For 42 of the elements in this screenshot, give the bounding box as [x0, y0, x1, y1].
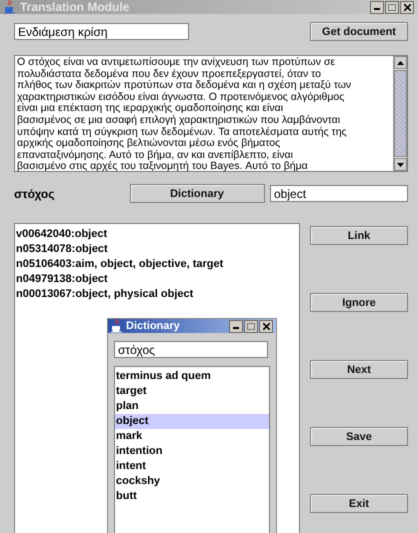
maximize-icon[interactable]	[385, 0, 399, 14]
dictionary-entry[interactable]: plan	[115, 399, 269, 414]
sense-item[interactable]: v00642040:object	[15, 227, 299, 242]
dictionary-entry[interactable]: terminus ad quem	[115, 369, 269, 384]
dialog-title: Dictionary	[126, 320, 181, 332]
action-button[interactable]: Exit	[310, 494, 408, 513]
sense-item[interactable]: n00013067:object, physical object	[15, 287, 299, 302]
scrollbar[interactable]	[393, 56, 407, 171]
dictionary-search-field[interactable]: στόχος	[114, 341, 268, 358]
up-arrow-icon	[397, 60, 404, 64]
action-button[interactable]: Link	[310, 226, 408, 245]
minimize-icon[interactable]	[229, 320, 243, 332]
dictionary-entry[interactable]: target	[115, 384, 269, 399]
dictionary-entry[interactable]: cockshy	[115, 474, 269, 489]
word-label: στόχος	[14, 186, 56, 200]
maximize-icon[interactable]	[244, 320, 258, 332]
dictionary-entry[interactable]: butt	[115, 489, 269, 504]
dictionary-entry[interactable]: intention	[115, 444, 269, 459]
minimize-icon[interactable]	[370, 0, 384, 14]
sense-item[interactable]: n05314078:object	[15, 242, 299, 257]
document-field[interactable]: Ενδιάμεση κρίση	[14, 23, 189, 40]
action-button[interactable]: Next	[310, 360, 408, 379]
scroll-up-button[interactable]	[394, 56, 407, 69]
dictionary-entry[interactable]: object	[115, 414, 269, 429]
dictionary-list[interactable]: terminus ad quem target plan object mark intention intent cockshy butt	[114, 366, 270, 533]
dictionary-entry[interactable]: intent	[115, 459, 269, 474]
close-icon[interactable]	[259, 320, 273, 332]
scroll-down-button[interactable]	[394, 158, 407, 171]
close-icon[interactable]	[400, 0, 414, 14]
get-document-button[interactable]: Get document	[310, 22, 408, 41]
sense-item[interactable]: n04979138:object	[15, 272, 299, 287]
action-button[interactable]: Save	[310, 427, 408, 446]
dictionary-entry[interactable]: mark	[115, 429, 269, 444]
action-button[interactable]: Ignore	[310, 293, 408, 312]
dictionary-button[interactable]: Dictionary	[130, 184, 264, 203]
sense-item[interactable]: n05106403:aim, object, objective, target	[15, 257, 299, 272]
translation-field[interactable]: object	[270, 185, 408, 202]
java-cup-icon	[111, 319, 123, 333]
window-title: Translation Module	[20, 0, 130, 14]
text-area[interactable]	[14, 55, 408, 172]
java-cup-icon	[4, 0, 16, 14]
down-arrow-icon	[397, 162, 404, 166]
